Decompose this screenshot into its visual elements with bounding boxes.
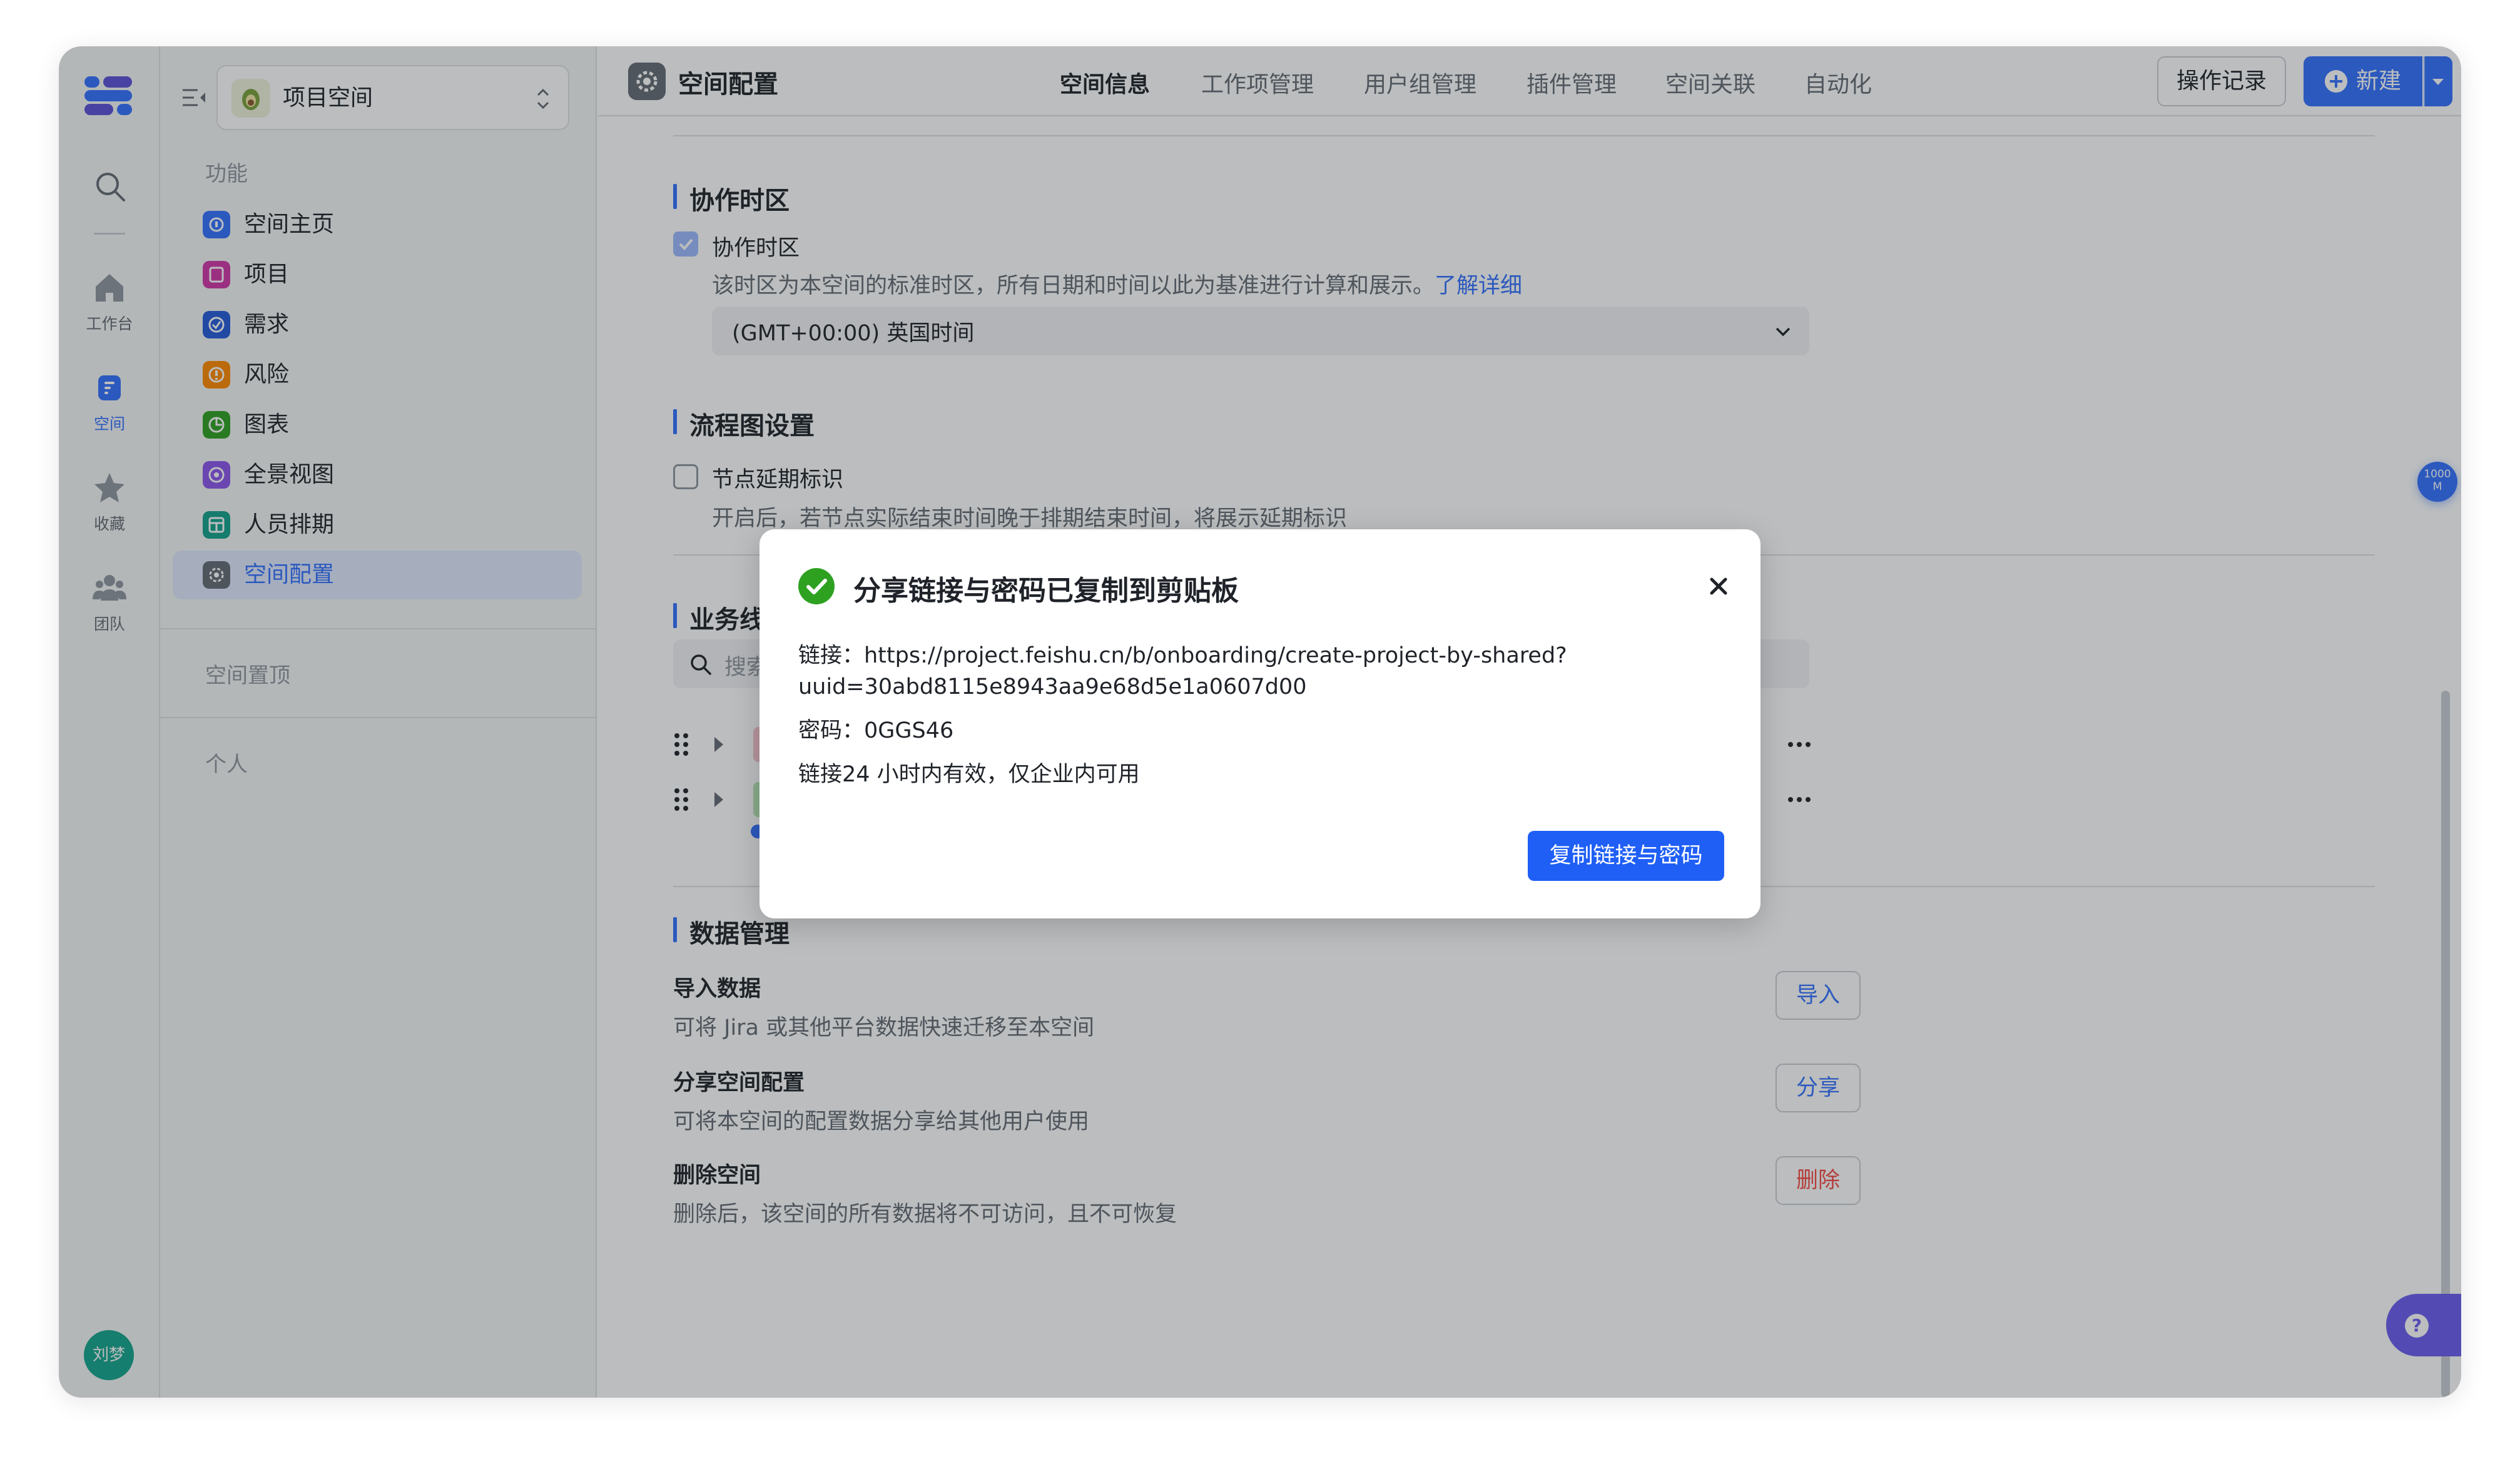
close-icon[interactable] [1703,571,1734,602]
dialog-validity: 链接24 小时内有效，仅企业内可用 [798,762,1140,787]
app-window: 工作台 空间 收藏 团队 刘梦 项目空间 功能 空间主页 项目 需求 风险 图表… [59,46,2461,1398]
dialog-link-line1: 链接：https://project.feishu.cn/b/onboardin… [798,643,1567,668]
dialog-title: 分享链接与密码已复制到剪贴板 [853,575,1239,607]
share-copied-dialog: 分享链接与密码已复制到剪贴板 链接：https://project.feishu… [760,529,1760,918]
copy-link-password-button[interactable]: 复制链接与密码 [1528,831,1724,881]
dialog-password: 密码：0GGS46 [798,718,954,743]
dialog-link-line2: uuid=30abd8115e8943aa9e68d5e1a0607d00 [798,674,1307,699]
success-check-icon [798,568,835,604]
